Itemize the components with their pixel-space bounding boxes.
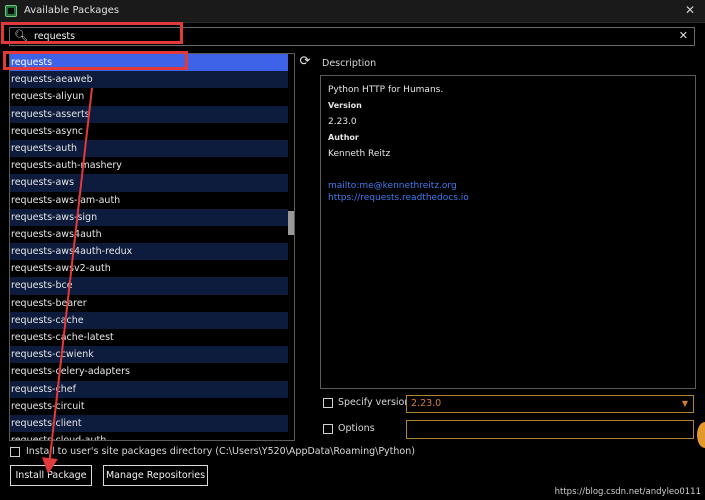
version-label: Version: [328, 101, 362, 110]
package-list-item[interactable]: requests-circuit: [10, 398, 288, 415]
version-select[interactable]: 2.23.0 ▼: [406, 395, 694, 413]
package-list-item[interactable]: requests-aliyun: [10, 88, 288, 105]
package-list-item[interactable]: requests-aeaweb: [10, 71, 288, 89]
package-list-item[interactable]: requests-celery-adapters: [10, 363, 288, 380]
package-list-item[interactable]: requests-chef: [10, 380, 288, 398]
package-list-item[interactable]: requests-cache-latest: [10, 329, 288, 346]
package-list-item[interactable]: requests-async: [10, 123, 288, 140]
package-list-item[interactable]: requests-aws4auth: [10, 226, 288, 243]
package-list-item[interactable]: requests-client: [10, 414, 288, 433]
title-bar: Available Packages ✕: [0, 0, 705, 23]
version-select-value: 2.23.0: [411, 398, 442, 409]
version-value: 2.23.0: [328, 117, 357, 127]
package-summary: Python HTTP for Humans.: [328, 85, 444, 95]
package-list-item[interactable]: requests-cache: [10, 311, 288, 329]
search-box[interactable]: 🔍︎ ✕: [9, 27, 695, 46]
author-email-link[interactable]: mailto:me@kennethreitz.org: [328, 181, 457, 191]
list-scrollbar-thumb[interactable]: [288, 211, 294, 235]
author-value: Kenneth Reitz: [328, 149, 391, 159]
package-list-item[interactable]: requests-cloud-auth: [10, 432, 288, 440]
specify-version-label: Specify version: [338, 397, 411, 408]
options-input[interactable]: [406, 420, 694, 439]
search-icon[interactable]: 🔍︎: [14, 29, 28, 42]
author-label: Author: [328, 133, 359, 142]
package-list-item[interactable]: requests-bearer: [10, 295, 288, 312]
description-heading: Description: [322, 58, 377, 69]
package-list-item[interactable]: requests: [10, 54, 288, 72]
search-input[interactable]: [34, 29, 654, 44]
clear-search-icon[interactable]: ✕: [679, 29, 688, 42]
package-list-item[interactable]: requests-auth-mashery: [10, 157, 288, 174]
user-site-label: Install to user's site packages director…: [26, 446, 415, 457]
specify-version-checkbox[interactable]: [323, 398, 333, 408]
package-list[interactable]: requests requests-aeaweb requests-aliyun re…: [9, 53, 295, 441]
floating-widget: [697, 422, 705, 448]
refresh-icon[interactable]: ⟳: [297, 54, 313, 70]
chevron-down-icon[interactable]: ▼: [682, 399, 688, 408]
package-list-item[interactable]: requests-ccwienk: [10, 346, 288, 364]
user-site-checkbox[interactable]: [10, 447, 20, 457]
window-title: Available Packages: [24, 5, 120, 16]
package-list-item[interactable]: requests-aws-sign: [10, 208, 288, 226]
options-checkbox[interactable]: [323, 424, 333, 434]
package-list-item[interactable]: requests-aws4auth-redux: [10, 243, 288, 261]
package-list-item[interactable]: requests-asserts: [10, 105, 288, 123]
close-icon[interactable]: ✕: [685, 3, 695, 17]
description-panel: Python HTTP for Humans. Version 2.23.0 A…: [320, 75, 696, 389]
list-scrollbar[interactable]: [288, 54, 294, 440]
install-package-button[interactable]: Install Package: [10, 465, 92, 486]
options-label: Options: [338, 423, 375, 434]
pycharm-icon: [5, 5, 17, 17]
package-list-item[interactable]: requests-auth: [10, 139, 288, 158]
manage-repositories-button[interactable]: Manage Repositories: [103, 465, 208, 486]
package-list-items: requests requests-aeaweb requests-aliyun re…: [10, 54, 294, 440]
package-list-item[interactable]: requests-aws: [10, 174, 288, 192]
homepage-link[interactable]: https://requests.readthedocs.io: [328, 193, 469, 203]
watermark: https://blog.csdn.net/andyleo0111: [554, 487, 701, 497]
package-list-item[interactable]: requests-awsv2-auth: [10, 260, 288, 277]
package-list-item[interactable]: requests-aws-iam-auth: [10, 192, 288, 209]
package-list-item[interactable]: requests-bce: [10, 277, 288, 295]
